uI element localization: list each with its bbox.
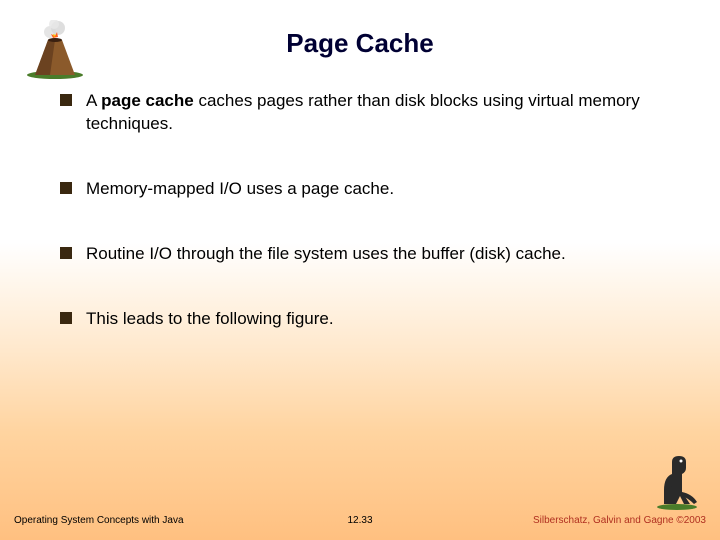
volcano-icon: [20, 20, 90, 80]
dinosaur-icon: [652, 452, 702, 510]
footer: Operating System Concepts with Java 12.3…: [14, 515, 706, 526]
bullet-icon: [60, 182, 72, 194]
footer-copyright: Silberschatz, Galvin and Gagne ©2003: [533, 515, 706, 526]
bullet-text: A page cache caches pages rather than di…: [86, 90, 680, 136]
list-item: Memory-mapped I/O uses a page cache.: [60, 178, 680, 201]
bullet-icon: [60, 94, 72, 106]
footer-book-title: Operating System Concepts with Java: [14, 515, 184, 526]
footer-page-number: 12.33: [347, 515, 372, 526]
bullet-text: Memory-mapped I/O uses a page cache.: [86, 178, 680, 201]
bullet-icon: [60, 247, 72, 259]
page-title: Page Cache: [0, 0, 720, 59]
list-item: This leads to the following figure.: [60, 308, 680, 331]
bullet-icon: [60, 312, 72, 324]
bullet-list: A page cache caches pages rather than di…: [60, 90, 680, 373]
bullet-text: Routine I/O through the file system uses…: [86, 243, 680, 266]
bullet-text: This leads to the following figure.: [86, 308, 680, 331]
list-item: Routine I/O through the file system uses…: [60, 243, 680, 266]
list-item: A page cache caches pages rather than di…: [60, 90, 680, 136]
